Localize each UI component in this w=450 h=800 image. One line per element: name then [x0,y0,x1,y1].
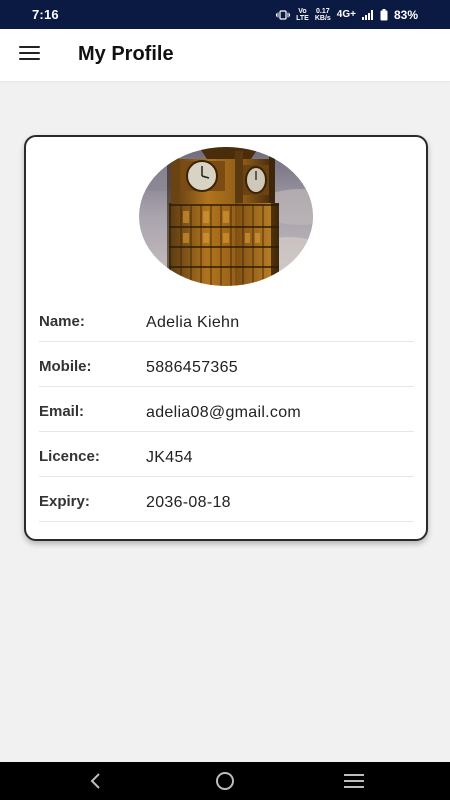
detail-row-licence: Licence: JK454 [39,432,414,477]
mobile-label: Mobile: [39,358,92,375]
recents-menu-icon[interactable] [342,771,366,791]
vibrate-icon [276,9,291,20]
detail-row-name: Name: Adelia Kiehn [39,297,414,342]
home-circle-icon[interactable] [213,771,237,791]
page-title: My Profile [78,43,174,65]
big-ben-clock-tower-photo [139,147,313,286]
name-label: Name: [39,313,85,330]
status-icons: Vo LTE 0.17 KB/s 4G+ 83% [276,8,418,22]
mobile-value: 5886457365 [146,359,238,376]
app-bar: My Profile [0,29,450,81]
expiry-label: Expiry: [39,493,90,510]
expiry-value: 2036-08-18 [146,494,231,511]
detail-row-expiry: Expiry: 2036-08-18 [39,477,414,522]
network-speed: 0.17 KB/s [314,7,331,22]
system-nav-bar [0,762,450,800]
detail-row-email: Email: adelia08@gmail.com [39,387,414,432]
name-value: Adelia Kiehn [146,314,240,331]
avatar [139,147,313,286]
back-chevron-icon[interactable] [84,771,108,791]
battery-icon [380,8,388,20]
battery-percentage: 83% [393,7,418,22]
email-label: Email: [39,403,85,420]
status-bar: 7:16 Vo LTE 0.17 KB/s 4G+ 83% [0,0,450,29]
licence-label: Licence: [39,448,100,465]
email-value: adelia08@gmail.com [146,404,302,421]
status-time: 7:16 [32,7,59,22]
hamburger-menu-icon[interactable] [19,46,40,64]
profile-details: Name: Adelia Kiehn Mobile: 5886457365 Em… [39,297,414,522]
signal-icon [361,9,373,20]
detail-row-mobile: Mobile: 5886457365 [39,342,414,387]
network-type: 4G+ [336,9,356,20]
licence-value: JK454 [146,449,193,466]
profile-card: Name: Adelia Kiehn Mobile: 5886457365 Em… [24,135,428,541]
volte-indicator: Vo LTE [296,7,309,22]
